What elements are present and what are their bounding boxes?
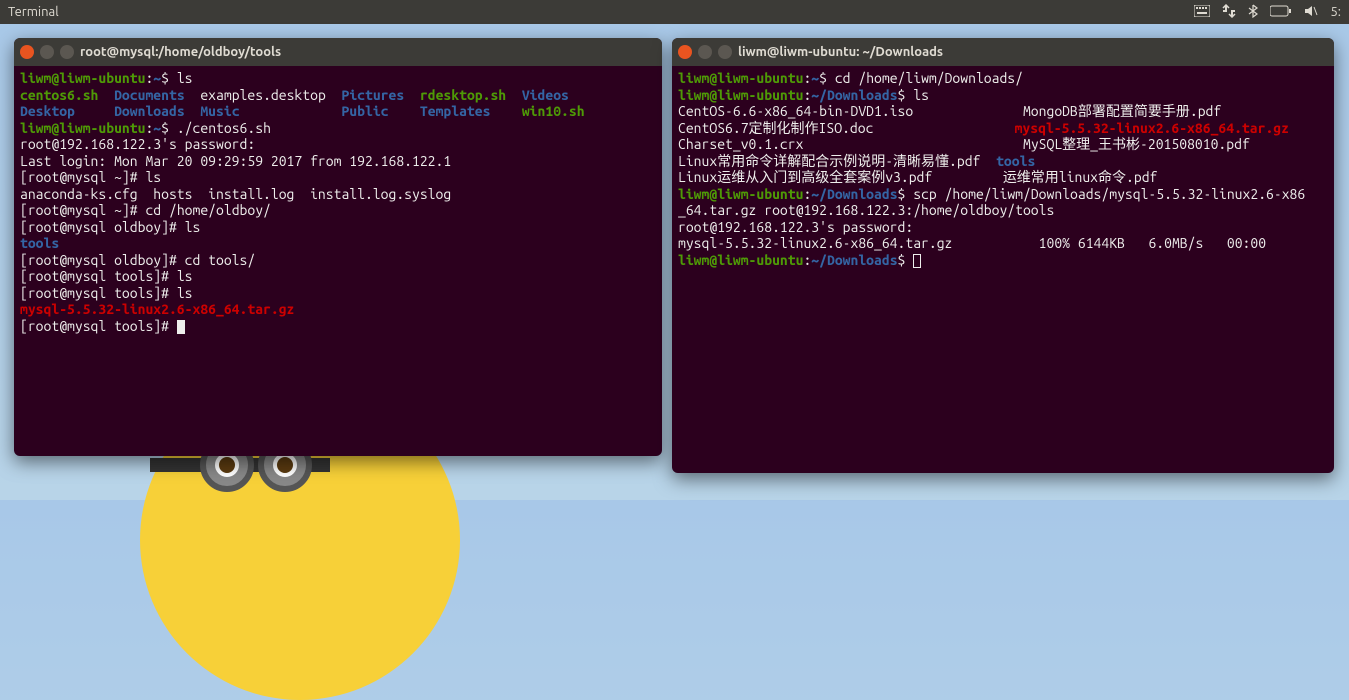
prompt-path: ~ [153,70,161,86]
dir: Templates [420,103,491,119]
prompt-sym: $ [161,70,177,86]
window-title-left: root@mysql:/home/oldboy/tools [80,45,281,59]
scp-size: 6144KB [1078,235,1125,251]
prompt-user: liwm@liwm-ubuntu [20,70,145,86]
dir: tools [996,153,1035,169]
keyboard-icon[interactable] [1194,5,1210,20]
prompt: [root@mysql tools]# [20,268,177,284]
cursor [177,320,185,334]
terminal-window-right[interactable]: liwm@liwm-ubuntu: ~/Downloads liwm@liwm-… [672,38,1334,473]
prompt-sym: $ [161,120,177,136]
prompt-path: ~ [811,70,819,86]
file: Linux运维从入门到高级全套案例v3.pdf [678,169,932,185]
prompt-path: ~/Downloads [811,186,897,202]
dir: Desktop [20,103,75,119]
cmd: ./centos6.sh [177,120,271,136]
cmd: scp /home/liwm/Downloads/mysql-5.5.32-li… [913,186,1305,202]
cmd: cd /home/liwm/Downloads/ [835,70,1023,86]
bluetooth-icon[interactable] [1248,4,1258,21]
archive: mysql-5.5.32-linux2.6-x86_64.tar.gz [1015,120,1289,136]
top-menubar: Terminal 5: [0,0,1349,24]
titlebar-left[interactable]: root@mysql:/home/oldboy/tools [14,38,662,66]
clock-text[interactable]: 5: [1330,5,1341,19]
dir: Music [200,103,239,119]
dir: tools [20,235,59,251]
cmd: ls [177,285,193,301]
system-tray: 5: [1194,4,1341,21]
battery-icon[interactable] [1270,5,1292,20]
prompt-sym: $ [898,252,914,268]
dir: Videos [522,87,569,103]
prompt-user: liwm@liwm-ubuntu [678,186,803,202]
prompt-sym: $ [898,87,914,103]
file: MongoDB部署配置简要手册.pdf [1023,103,1221,119]
titlebar-right[interactable]: liwm@liwm-ubuntu: ~/Downloads [672,38,1334,66]
prompt-user: liwm@liwm-ubuntu [678,70,803,86]
menubar-title: Terminal [8,5,59,19]
minimize-icon[interactable] [40,45,54,59]
scp-speed: 6.0MB/s [1148,235,1203,251]
scp-time: 00:00 [1227,235,1266,251]
dir: Public [341,103,388,119]
cmd-cont: _64.tar.gz root@192.168.122.3:/home/oldb… [678,202,1054,218]
prompt-path: ~ [153,120,161,136]
terminal-body-right[interactable]: liwm@liwm-ubuntu:~$ cd /home/liwm/Downlo… [672,66,1334,272]
archive: mysql-5.5.32-linux2.6-x86_64.tar.gz [20,301,294,317]
prompt-user: liwm@liwm-ubuntu [678,87,803,103]
scp-file: mysql-5.5.32-linux2.6-x86_64.tar.gz [678,235,952,251]
dir: Pictures [341,87,404,103]
dir: Downloads [114,103,185,119]
file: CentOS6.7定制化制作ISO.doc [678,120,873,136]
prompt: [root@mysql oldboy]# [20,252,185,268]
maximize-icon[interactable] [60,45,74,59]
network-icon[interactable] [1222,4,1236,21]
prompt: [root@mysql tools]# [20,318,177,334]
file: MySQL整理_王书彬-201508010.pdf [1023,136,1250,152]
terminal-body-left[interactable]: liwm@liwm-ubuntu:~$ ls centos6.sh Docume… [14,66,662,338]
cmd: ls [177,70,193,86]
scp-pct: 100% [1039,235,1070,251]
cmd: ls [185,219,201,235]
prompt-path: ~/Downloads [811,87,897,103]
output: anaconda-ks.cfg hosts install.log instal… [20,186,451,202]
minimize-icon[interactable] [698,45,712,59]
prompt-sym: $ [819,70,835,86]
prompt-user: liwm@liwm-ubuntu [678,252,803,268]
cmd: ls [913,87,929,103]
file: win10.sh [522,103,585,119]
cmd: ls [145,169,161,185]
dir: Documents [114,87,185,103]
cmd: cd tools/ [185,252,256,268]
terminal-window-left[interactable]: root@mysql:/home/oldboy/tools liwm@liwm-… [14,38,662,456]
cmd: cd /home/oldboy/ [145,202,270,218]
window-title-right: liwm@liwm-ubuntu: ~/Downloads [738,45,943,59]
output: Last login: Mon Mar 20 09:29:59 2017 fro… [20,153,451,169]
maximize-icon[interactable] [718,45,732,59]
prompt-path: ~/Downloads [811,252,897,268]
prompt: [root@mysql oldboy]# [20,219,185,235]
file: Linux常用命令详解配合示例说明-清晰易懂.pdf [678,153,980,169]
desktop: root@mysql:/home/oldboy/tools liwm@liwm-… [0,24,1349,500]
file: rdesktop.sh [420,87,506,103]
volume-icon[interactable] [1304,4,1318,21]
prompt: [root@mysql tools]# [20,285,177,301]
file: examples.desktop [200,87,325,103]
close-icon[interactable] [20,45,34,59]
file: CentOS-6.6-x86_64-bin-DVD1.iso [678,103,913,119]
file: 运维常用linux命令.pdf [1003,169,1158,185]
output: root@192.168.122.3's password: [678,219,913,235]
output: root@192.168.122.3's password: [20,136,255,152]
prompt-sym: $ [898,186,914,202]
file: Charset_v0.1.crx [678,136,803,152]
file: centos6.sh [20,87,98,103]
cursor-outline [913,254,921,268]
prompt: [root@mysql ~]# [20,169,145,185]
close-icon[interactable] [678,45,692,59]
prompt: [root@mysql ~]# [20,202,145,218]
cmd: ls [177,268,193,284]
prompt-user: liwm@liwm-ubuntu [20,120,145,136]
